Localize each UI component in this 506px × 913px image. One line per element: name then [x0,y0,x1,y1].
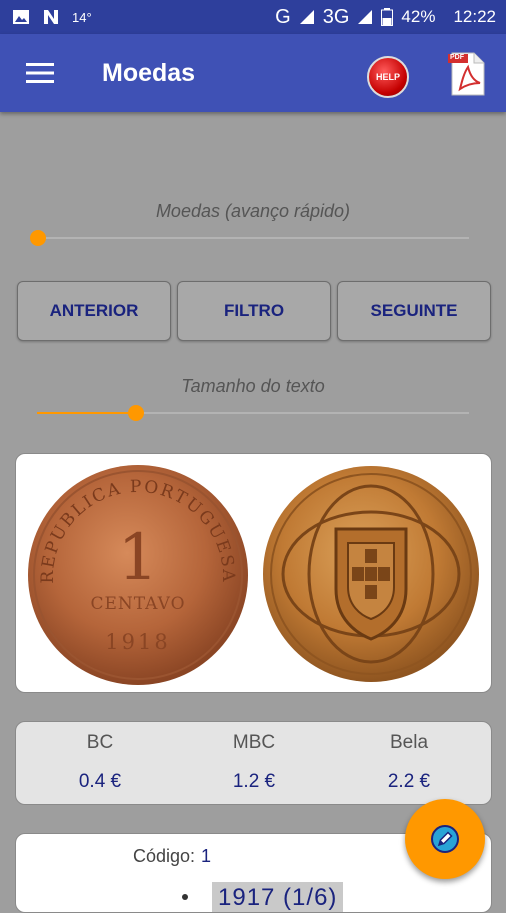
bullet-icon [182,894,188,900]
price-table: BC 0.4 € MBC 1.2 € Bela 2.2 € [15,721,492,805]
price-column: BC 0.4 € [40,722,160,793]
year-value[interactable]: 1917 (1/6) [212,882,344,912]
app-bar: Moedas HELP PDF [0,34,506,112]
menu-button[interactable] [0,34,80,112]
image-icon [12,8,30,26]
price-column: Bela 2.2 € [349,722,469,793]
price-value: 0.4 € [78,771,122,792]
edit-fab-button[interactable] [405,799,485,879]
status-bar: 14° G 3G 42% 12:22 [0,0,506,34]
fast-slider-track[interactable] [37,237,469,239]
battery-icon [381,8,394,26]
pdf-label: PDF [450,54,464,61]
temperature-text: 14° [72,9,92,25]
battery-text: 42% [401,7,436,26]
coin-reverse-image [263,466,479,682]
text-size-track-fill [37,412,137,414]
fast-slider-thumb[interactable] [30,230,46,246]
signal-icon [299,9,315,25]
signal-icon [357,9,373,25]
pencil-icon [431,825,459,853]
network-g-text: G [275,5,291,28]
price-column: MBC 1.2 € [194,722,314,793]
coin-year-stamp: 1918 [105,630,170,654]
text-size-label: Tamanho do texto [181,376,325,396]
price-value: 1.2 € [232,771,276,792]
hamburger-icon [26,63,54,83]
coin-obverse-image: REPUBLICA PORTUGUESA 1 CENTAVO 1918 [28,465,248,685]
notification-n-icon [42,8,60,26]
price-grade: Bela [389,732,429,753]
network-3g-text: 3G [322,5,350,28]
previous-label: ANTERIOR [49,301,139,320]
price-grade: BC [86,732,114,753]
help-button[interactable]: HELP [367,56,409,98]
next-label: SEGUINTE [370,301,458,320]
code-label: Código: [133,846,196,866]
pdf-button[interactable]: PDF [448,51,486,97]
coin-value-word: CENTAVO [90,594,185,614]
price-grade: MBC [232,732,276,753]
fast-slider-label: Moedas (avanço rápido) [155,201,351,221]
filter-button[interactable]: FILTRO [177,281,331,341]
page-title: Moedas [102,58,196,87]
filter-label: FILTRO [223,301,285,320]
coin-value-digit: 1 [118,521,159,595]
help-label: HELP [375,72,400,82]
code-value: 1 [201,846,212,866]
coin-image-card[interactable]: REPUBLICA PORTUGUESA 1 CENTAVO 1918 [15,453,492,693]
text-size-thumb[interactable] [128,405,145,421]
time-text: 12:22 [453,7,496,26]
code-row: Código: 1 [133,846,211,867]
previous-button[interactable]: ANTERIOR [17,281,171,341]
price-value: 2.2 € [387,771,431,792]
next-button[interactable]: SEGUINTE [337,281,491,341]
